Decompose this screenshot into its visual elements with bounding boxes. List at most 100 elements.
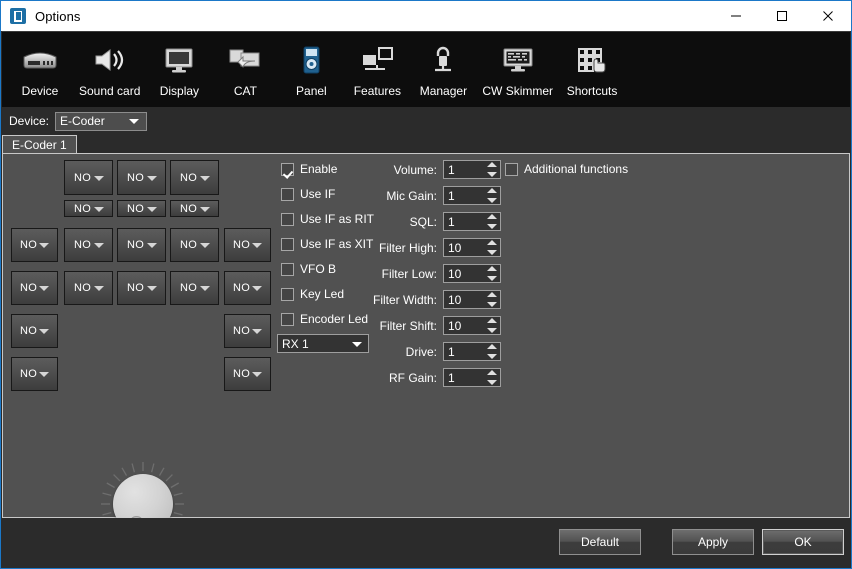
button-assign-r4-5[interactable]: NO xyxy=(224,271,271,305)
spinner-up-icon[interactable] xyxy=(487,266,497,271)
minimize-button[interactable] xyxy=(713,1,759,31)
shortcuts-grid-icon xyxy=(572,38,612,82)
button-assign-r3-3[interactable]: NO xyxy=(117,228,166,262)
tab-e-coder-1[interactable]: E-Coder 1 xyxy=(2,135,77,154)
spinner-down-icon[interactable] xyxy=(487,354,497,359)
rf-gain-spinner[interactable]: 1 xyxy=(443,368,501,387)
toolbar-item-display[interactable]: Display xyxy=(146,32,212,98)
field-mic-gain: Mic Gain: 1 xyxy=(371,186,501,205)
volume-spinner[interactable]: 1 xyxy=(443,160,501,179)
spinner-buttons[interactable] xyxy=(487,318,497,333)
spinner-value: 1 xyxy=(448,163,455,177)
spinner-buttons[interactable] xyxy=(487,344,497,359)
toolbar-item-device[interactable]: Device xyxy=(7,32,73,98)
button-assign-r3-1[interactable]: NO xyxy=(11,228,58,262)
chevron-down-icon xyxy=(39,372,49,377)
checkbox-use-if-as-rit[interactable]: Use IF as RIT xyxy=(281,212,374,226)
default-button[interactable]: Default xyxy=(559,529,641,555)
spinner-up-icon[interactable] xyxy=(487,292,497,297)
button-assign-r4-1[interactable]: NO xyxy=(11,271,58,305)
ok-button[interactable]: OK xyxy=(762,529,844,555)
filter-shift-spinner[interactable]: 10 xyxy=(443,316,501,335)
button-assign-right-5[interactable]: NO xyxy=(224,314,271,348)
spinner-down-icon[interactable] xyxy=(487,276,497,281)
chevron-down-icon xyxy=(147,207,157,212)
checkbox-use-if-as-xit[interactable]: Use IF as XIT xyxy=(281,237,373,251)
features-windows-icon xyxy=(357,38,397,82)
window-controls xyxy=(713,1,851,31)
spinner-up-icon[interactable] xyxy=(487,240,497,245)
checkbox-vfo-b[interactable]: VFO B xyxy=(281,262,336,276)
toolbar-item-shortcuts[interactable]: Shortcuts xyxy=(559,32,625,98)
button-assign-top2-1[interactable]: NO xyxy=(64,200,113,217)
chevron-down-icon xyxy=(200,207,210,212)
button-assign-left-5[interactable]: NO xyxy=(11,314,58,348)
spinner-up-icon[interactable] xyxy=(487,370,497,375)
maximize-button[interactable] xyxy=(759,1,805,31)
toolbar-item-cat[interactable]: CAT xyxy=(212,32,278,98)
spinner-down-icon[interactable] xyxy=(487,302,497,307)
sql-spinner[interactable]: 1 xyxy=(443,212,501,231)
spinner-down-icon[interactable] xyxy=(487,198,497,203)
checkbox-use-if[interactable]: Use IF xyxy=(281,187,335,201)
spinner-up-icon[interactable] xyxy=(487,214,497,219)
toolbar-item-panel[interactable]: Panel xyxy=(278,32,344,98)
checkbox-encoder-led[interactable]: Encoder Led xyxy=(281,312,368,326)
spinner-buttons[interactable] xyxy=(487,188,497,203)
toolbar-item-features[interactable]: Features xyxy=(344,32,410,98)
spinner-down-icon[interactable] xyxy=(487,224,497,229)
filter-high-spinner[interactable]: 10 xyxy=(443,238,501,257)
spinner-buttons[interactable] xyxy=(487,370,497,385)
chevron-down-icon xyxy=(39,329,49,334)
spinner-down-icon[interactable] xyxy=(487,250,497,255)
device-select[interactable]: E-Coder xyxy=(55,112,147,131)
spinner-buttons[interactable] xyxy=(487,214,497,229)
filter-width-spinner[interactable]: 10 xyxy=(443,290,501,309)
button-assign-r3-2[interactable]: NO xyxy=(64,228,113,262)
button-assign-top2-2[interactable]: NO xyxy=(117,200,166,217)
spinner-up-icon[interactable] xyxy=(487,318,497,323)
maximize-icon xyxy=(776,10,788,22)
spinner-down-icon[interactable] xyxy=(487,172,497,177)
filter-low-spinner[interactable]: 10 xyxy=(443,264,501,283)
spinner-up-icon[interactable] xyxy=(487,344,497,349)
button-assign-left-6[interactable]: NO xyxy=(11,357,58,391)
mic-gain-spinner[interactable]: 1 xyxy=(443,186,501,205)
rx-select[interactable]: RX 1 xyxy=(277,334,369,353)
spinner-up-icon[interactable] xyxy=(487,162,497,167)
toolbar-label: Features xyxy=(354,84,401,98)
toolbar-item-manager[interactable]: Manager xyxy=(410,32,476,98)
spinner-buttons[interactable] xyxy=(487,266,497,281)
toolbar-label: CAT xyxy=(234,84,257,98)
spinner-down-icon[interactable] xyxy=(487,380,497,385)
spinner-buttons[interactable] xyxy=(487,240,497,255)
button-assign-r3-4[interactable]: NO xyxy=(170,228,219,262)
button-assign-right-6[interactable]: NO xyxy=(224,357,271,391)
checkbox-enable[interactable]: Enable xyxy=(281,162,337,176)
combo-value: NO xyxy=(74,239,91,251)
apply-button[interactable]: Apply xyxy=(672,529,754,555)
button-assign-top2-3[interactable]: NO xyxy=(170,200,219,217)
spinner-buttons[interactable] xyxy=(487,292,497,307)
spinner-value: 10 xyxy=(448,293,461,307)
spinner-up-icon[interactable] xyxy=(487,188,497,193)
close-button[interactable] xyxy=(805,1,851,31)
toolbar-item-cw-skimmer[interactable]: CW Skimmer xyxy=(476,32,559,98)
chevron-down-icon xyxy=(39,243,49,248)
checkbox-additional-functions[interactable]: Additional functions xyxy=(505,162,628,176)
toolbar-item-sound-card[interactable]: Sound card xyxy=(73,32,146,98)
field-filter-width: Filter Width: 10 xyxy=(371,290,501,309)
button-assign-top-2[interactable]: NO xyxy=(117,160,166,195)
button-assign-r4-3[interactable]: NO xyxy=(117,271,166,305)
field-filter-low: Filter Low: 10 xyxy=(371,264,501,283)
button-assign-r4-4[interactable]: NO xyxy=(170,271,219,305)
tab-label: E-Coder 1 xyxy=(12,138,67,152)
button-assign-top-1[interactable]: NO xyxy=(64,160,113,195)
button-assign-top-3[interactable]: NO xyxy=(170,160,219,195)
spinner-buttons[interactable] xyxy=(487,162,497,177)
drive-spinner[interactable]: 1 xyxy=(443,342,501,361)
button-assign-r3-5[interactable]: NO xyxy=(224,228,271,262)
checkbox-key-led[interactable]: Key Led xyxy=(281,287,344,301)
spinner-down-icon[interactable] xyxy=(487,328,497,333)
button-assign-r4-2[interactable]: NO xyxy=(64,271,113,305)
